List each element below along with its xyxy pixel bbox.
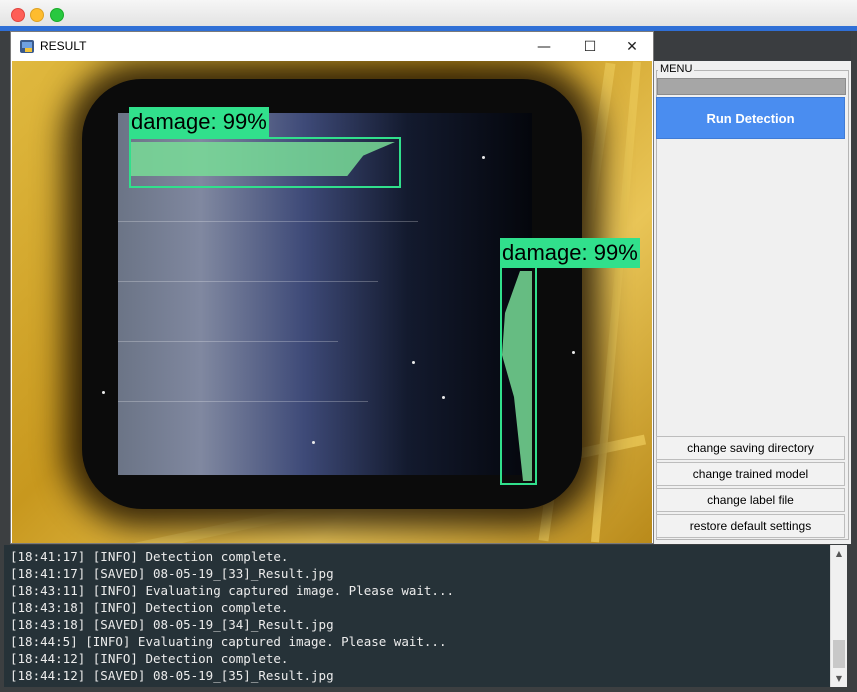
scroll-thumb[interactable] <box>833 640 845 668</box>
dust-speck <box>572 351 575 354</box>
zoom-window-button[interactable] <box>50 8 64 22</box>
result-image: damage: 99% damage: 99% <box>12 61 652 543</box>
log-line: [18:44:5] [INFO] Evaluating captured ima… <box>10 634 447 649</box>
detection-box <box>129 137 401 188</box>
change-label-file-button[interactable]: change label file <box>656 488 845 512</box>
log-line: [18:43:11] [INFO] Evaluating captured im… <box>10 583 455 598</box>
python-app-icon <box>20 40 34 53</box>
restore-default-settings-button[interactable]: restore default settings <box>656 514 845 538</box>
dust-speck <box>312 441 315 444</box>
window-edge <box>851 31 857 692</box>
menu-status-bar <box>657 78 846 95</box>
dust-speck <box>102 391 105 394</box>
close-icon[interactable]: ✕ <box>609 32 655 61</box>
log-line: [18:43:18] [SAVED] 08-05-19_[34]_Result.… <box>10 617 334 632</box>
scroll-down-icon[interactable]: ▼ <box>831 670 847 687</box>
log-line: [18:43:18] [INFO] Detection complete. <box>10 600 289 615</box>
die-streak <box>118 401 368 402</box>
result-title-bar[interactable]: RESULT — ☐ ✕ <box>11 32 653 61</box>
close-window-button[interactable] <box>11 8 25 22</box>
scroll-up-icon[interactable]: ▲ <box>831 545 847 562</box>
die-streak <box>118 281 378 282</box>
log-line: [18:41:17] [SAVED] 08-05-19_[33]_Result.… <box>10 566 334 581</box>
toolbar-strip <box>654 31 857 61</box>
detection-label: damage: 99% <box>129 107 269 137</box>
log-scrollbar[interactable]: ▲ ▼ <box>830 545 847 687</box>
menu-panel: MENU Run Detection change saving directo… <box>654 61 851 544</box>
change-saving-directory-button[interactable]: change saving directory <box>656 436 845 460</box>
change-trained-model-button[interactable]: change trained model <box>656 462 845 486</box>
minimize-icon[interactable]: — <box>521 32 567 61</box>
result-window: RESULT — ☐ ✕ damage: 99% damage: 99% <box>10 31 654 544</box>
detection-label: damage: 99% <box>500 238 640 268</box>
run-detection-button[interactable]: Run Detection <box>656 97 845 139</box>
log-line: [18:44:12] [INFO] Detection complete. <box>10 651 289 666</box>
log-output[interactable]: [18:41:17] [INFO] Detection complete. [1… <box>4 545 830 687</box>
menu-legend: MENU <box>658 63 695 75</box>
log-line: [18:41:17] [INFO] Detection complete. <box>10 549 289 564</box>
dust-speck <box>482 156 485 159</box>
dust-speck <box>412 361 415 364</box>
minimize-window-button[interactable] <box>30 8 44 22</box>
log-line: [18:44:12] [SAVED] 08-05-19_[35]_Result.… <box>10 668 334 683</box>
maximize-icon[interactable]: ☐ <box>567 32 613 61</box>
die-streak <box>118 221 418 222</box>
result-window-title: RESULT <box>40 39 87 53</box>
die-streak <box>118 341 338 342</box>
outer-title-bar <box>0 0 857 27</box>
dust-speck <box>442 396 445 399</box>
detection-box <box>500 238 537 485</box>
